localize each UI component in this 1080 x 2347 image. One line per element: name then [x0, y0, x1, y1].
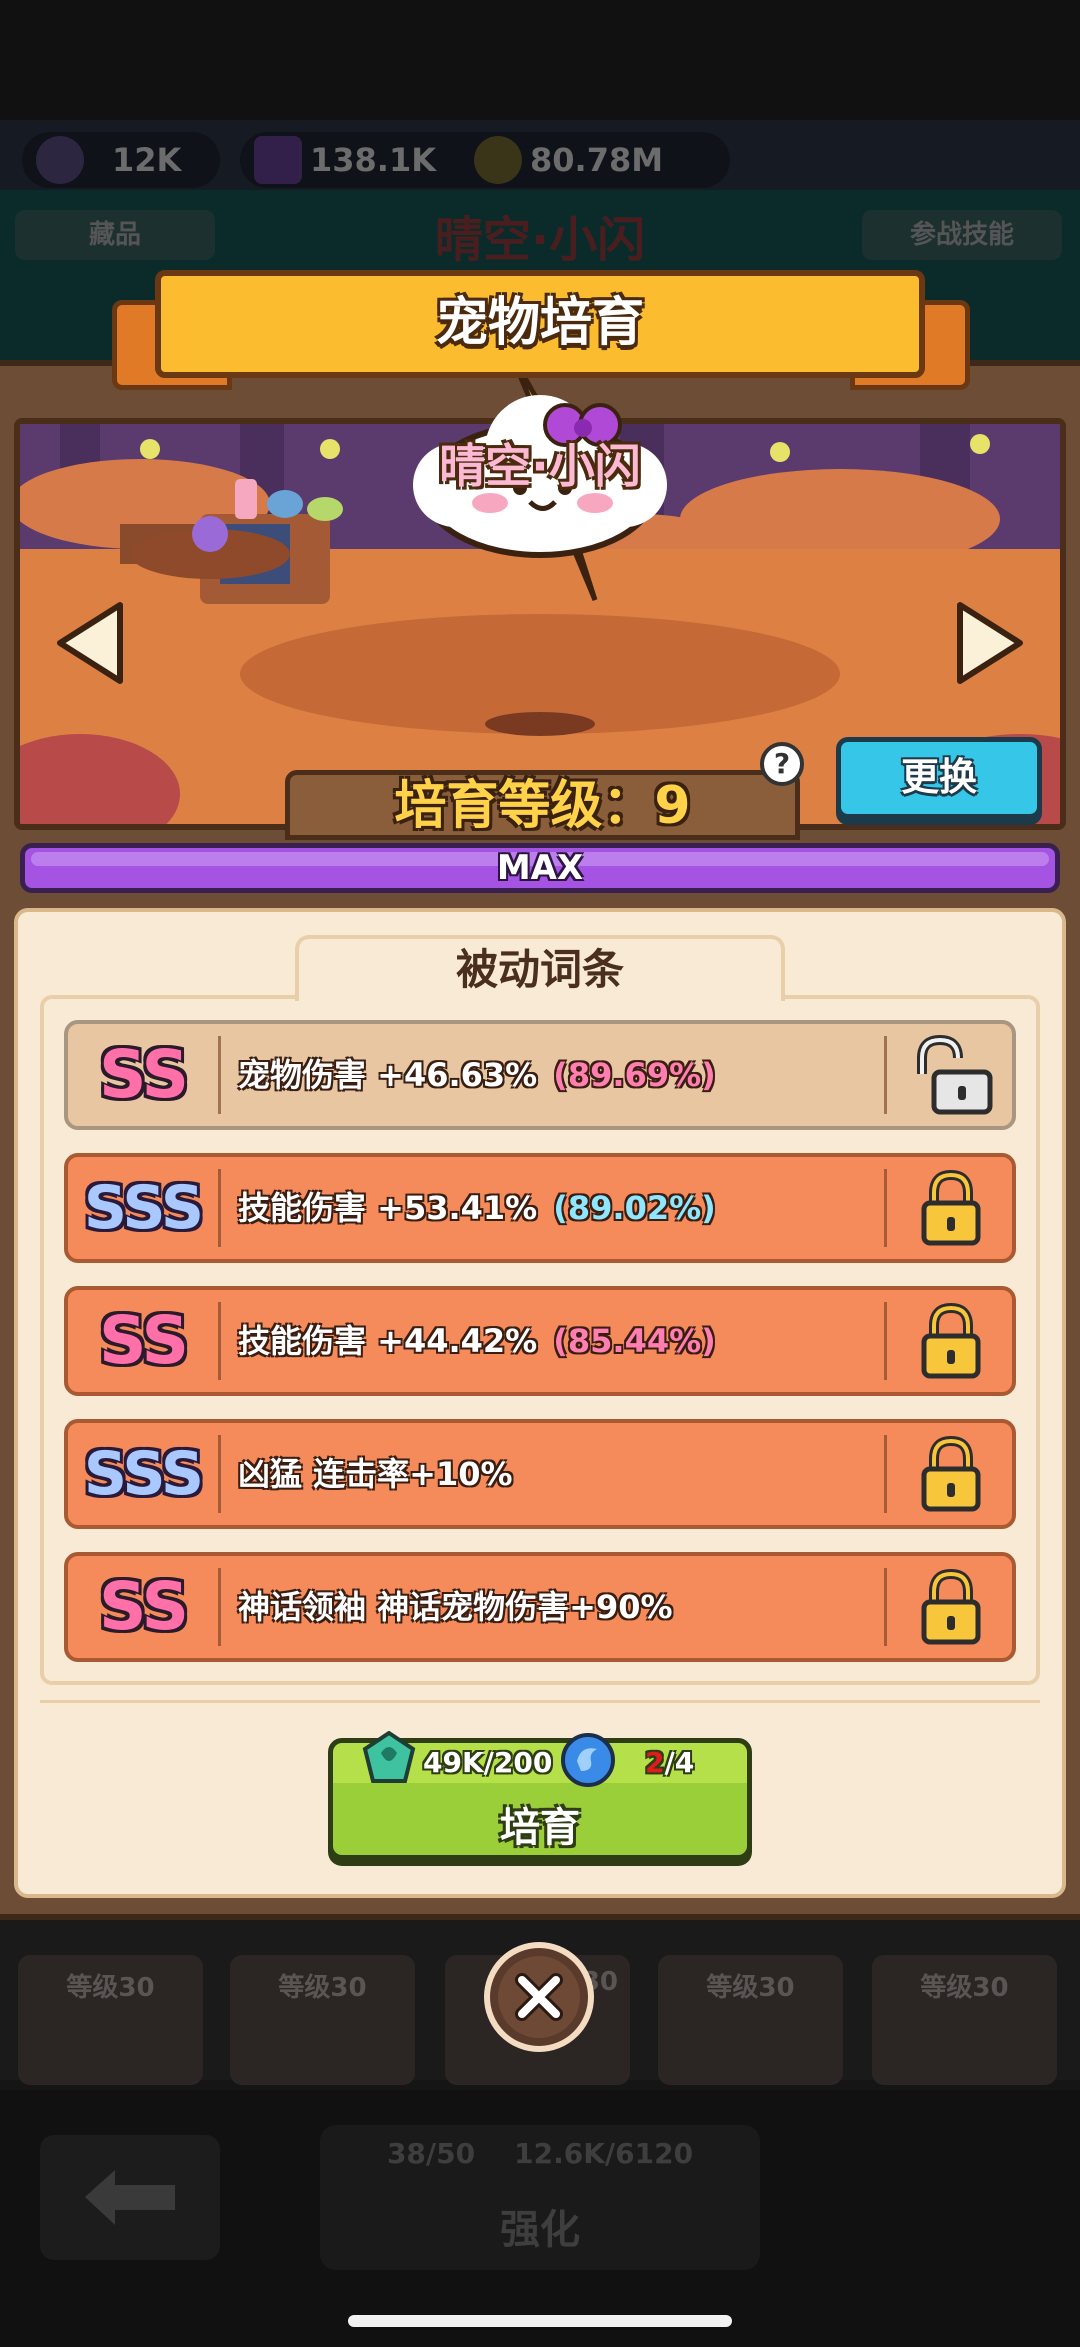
- passive-roll-percent: (85.44%): [553, 1322, 716, 1360]
- divider: [40, 1700, 1040, 1703]
- passive-text: 技能伤害 +53.41% (89.02%): [238, 1189, 716, 1227]
- previous-pet-arrow[interactable]: [54, 600, 126, 686]
- cultivate-cost-1: 49K/200: [423, 1746, 553, 1779]
- lock-icon[interactable]: [906, 1167, 996, 1249]
- cultivate-cost-2: 2/4: [645, 1746, 695, 1779]
- cultivate-button[interactable]: 49K/200 2/4 培育: [328, 1731, 752, 1860]
- back-button[interactable]: [40, 2135, 220, 2260]
- resource-key: 80.78M: [460, 132, 730, 188]
- arrow-left-icon: [85, 2170, 175, 2225]
- lock-icon[interactable]: [906, 1566, 996, 1648]
- pet-name: 晴空·小闪: [439, 439, 641, 493]
- dialog-title: 宠物培育: [155, 270, 925, 378]
- cultivate-level: 培育等级：9: [285, 770, 800, 840]
- grade-badge: SS: [98, 1036, 189, 1113]
- next-pet-arrow[interactable]: [954, 600, 1026, 686]
- cube-icon: [254, 136, 302, 184]
- background-pet-title: 晴空·小闪: [434, 212, 646, 268]
- collection-tab[interactable]: 藏品: [15, 210, 215, 260]
- blue-orb-icon: [561, 1733, 615, 1787]
- grade-badge: SSS: [83, 1439, 204, 1509]
- enhance-button[interactable]: 38/50 12.6K/6120 强化: [320, 2125, 760, 2270]
- grade-badge: SS: [98, 1568, 189, 1645]
- resource-potion: 12K: [22, 132, 220, 188]
- lock-icon[interactable]: [906, 1433, 996, 1515]
- passive-text: 技能伤害 +44.42% (85.44%): [238, 1322, 716, 1360]
- grade-badge: SSS: [83, 1173, 204, 1243]
- level-progress-bar: MAX: [20, 843, 1060, 893]
- key-icon: [474, 136, 522, 184]
- pet-card[interactable]: 等级30: [230, 1955, 415, 2085]
- passive-row: SS 神话领袖 神话宠物伤害+90%: [64, 1552, 1016, 1662]
- battle-skill-tab[interactable]: 参战技能: [862, 210, 1062, 260]
- help-icon[interactable]: ?: [760, 742, 804, 786]
- passive-row: SSS 凶猛 连击率+10%: [64, 1419, 1016, 1529]
- grade-badge: SS: [98, 1302, 189, 1379]
- passive-row: SS 技能伤害 +44.42% (85.44%): [64, 1286, 1016, 1396]
- cultivate-label: 培育: [500, 1805, 580, 1851]
- change-pet-button[interactable]: 更换: [836, 737, 1042, 819]
- home-indicator[interactable]: [348, 2315, 732, 2327]
- passive-title: 被动词条: [295, 935, 785, 1001]
- green-gem-icon: [362, 1731, 416, 1783]
- passive-row: SS 宠物伤害 +46.63% (89.69%): [64, 1020, 1016, 1130]
- passive-text: 神话领袖 神话宠物伤害+90%: [238, 1588, 673, 1626]
- potion-icon: [36, 136, 84, 184]
- upgrade-cost-1: 38/50: [386, 2137, 476, 2170]
- enhance-label: 强化: [500, 2207, 580, 2253]
- passive-text: 凶猛 连击率+10%: [238, 1455, 513, 1493]
- close-button[interactable]: [484, 1942, 594, 2052]
- pet-card[interactable]: 等级30: [658, 1955, 843, 2085]
- status-bar-area: [0, 0, 1080, 130]
- pet-card[interactable]: 等级30: [18, 1955, 203, 2085]
- pet-card[interactable]: 等级30: [872, 1955, 1057, 2085]
- progress-label: MAX: [496, 848, 584, 888]
- passive-roll-percent: (89.69%): [553, 1056, 716, 1094]
- passive-roll-percent: (89.02%): [553, 1189, 716, 1227]
- passive-row: SSS 技能伤害 +53.41% (89.02%): [64, 1153, 1016, 1263]
- close-icon: [515, 1973, 563, 2021]
- unlock-icon[interactable]: [906, 1034, 996, 1116]
- lock-icon[interactable]: [906, 1300, 996, 1382]
- passive-text: 宠物伤害 +46.63% (89.69%): [238, 1056, 716, 1094]
- upgrade-cost-2: 12.6K/6120: [514, 2137, 694, 2170]
